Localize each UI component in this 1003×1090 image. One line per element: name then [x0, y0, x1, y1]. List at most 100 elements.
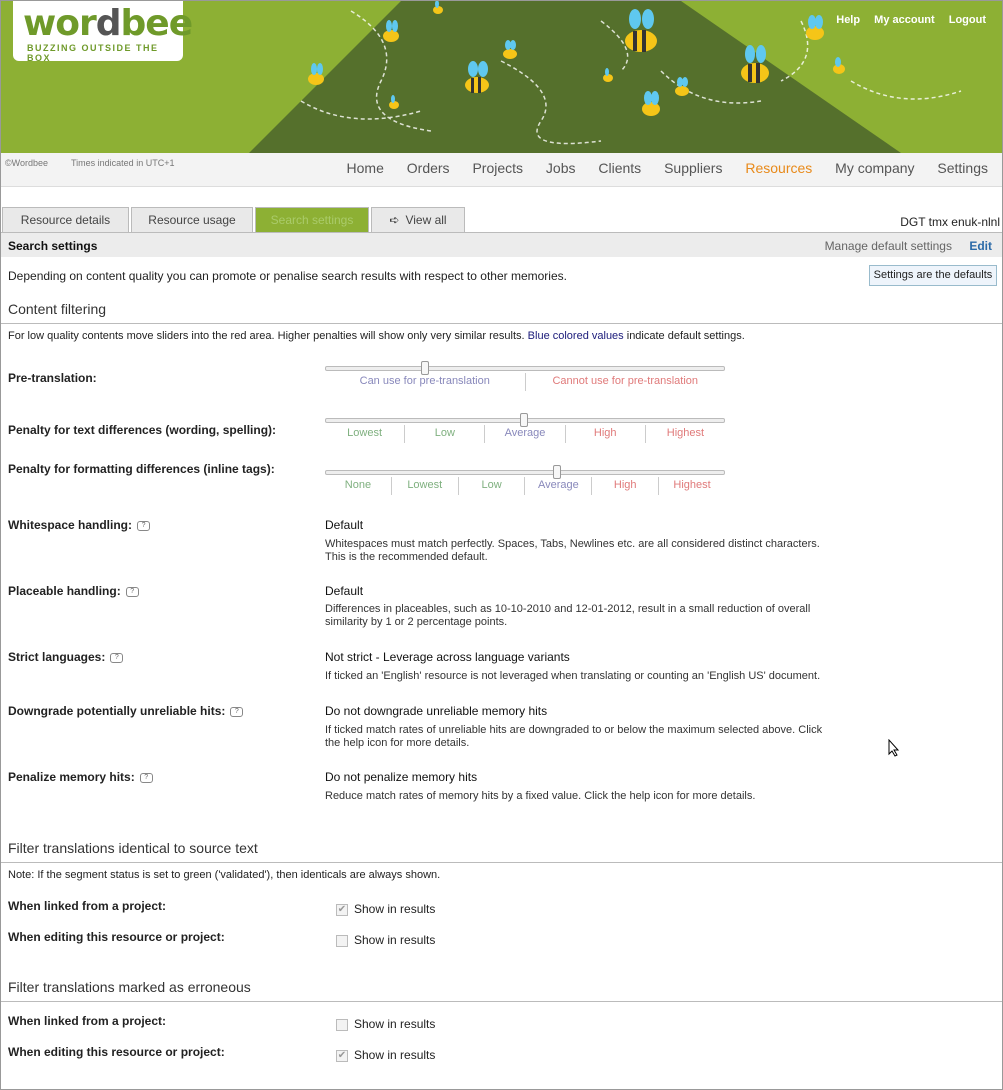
slider-track: [325, 470, 725, 475]
section-title: Search settings: [8, 239, 98, 253]
slider-ticks: None Lowest Low Average High Highest: [325, 477, 725, 495]
tab-search-settings[interactable]: Search settings: [255, 207, 369, 233]
downgrade-desc: If ticked match rates of unreliable hits…: [325, 724, 823, 749]
section-header: Search settings Manage default settings …: [1, 233, 1002, 257]
strict-languages-label-text: Strict languages:: [8, 650, 106, 664]
help-link[interactable]: Help: [836, 14, 860, 26]
help-icon[interactable]: ?: [139, 772, 153, 783]
strict-languages-desc: If ticked an 'English' resource is not l…: [325, 670, 821, 682]
identical-editing-checkbox[interactable]: Show in results: [336, 933, 435, 947]
tab-view-all[interactable]: ➪ View all: [371, 207, 465, 233]
format-diff-label: Penalty for formatting differences (inli…: [8, 462, 275, 476]
help-icon[interactable]: ?: [110, 652, 124, 663]
slider-option: None: [344, 479, 372, 491]
erroneous-editing-checkbox[interactable]: ✔ Show in results: [336, 1048, 435, 1062]
erroneous-editing-label: When editing this resource or project:: [8, 1045, 225, 1059]
slider-option: Average: [524, 477, 591, 495]
slider-option: Low: [457, 477, 525, 495]
nav-settings[interactable]: Settings: [937, 160, 988, 176]
tab-view-all-label: View all: [405, 213, 447, 227]
copyright: ©Wordbee: [5, 158, 48, 168]
tab-resource-details[interactable]: Resource details: [2, 207, 129, 233]
identical-heading: Filter translations identical to source …: [8, 840, 258, 856]
resource-name: DGT tmx enuk-nlnl: [900, 215, 1000, 229]
nav-projects[interactable]: Projects: [472, 160, 523, 176]
checkbox-label: Show in results: [354, 933, 436, 947]
checkbox-label: Show in results: [354, 1048, 436, 1062]
whitespace-desc: Whitespaces must match perfectly. Spaces…: [325, 538, 820, 563]
nav-suppliers[interactable]: Suppliers: [664, 160, 722, 176]
placeable-value: Default: [325, 584, 364, 598]
edit-link[interactable]: Edit: [969, 239, 992, 253]
note-suffix: indicate default settings.: [626, 330, 745, 342]
mouse-cursor-icon: [888, 739, 900, 757]
slider-option: Lowest: [347, 427, 383, 439]
intro-text: Depending on content quality you can pro…: [8, 269, 567, 283]
nav-orders[interactable]: Orders: [407, 160, 450, 176]
logo-tagline: BUZZING OUTSIDE THE BOX: [27, 43, 159, 63]
tab-resource-usage[interactable]: Resource usage: [131, 207, 253, 233]
downgrade-label: Downgrade potentially unreliable hits:?: [8, 704, 244, 718]
main-nav: Home Orders Projects Jobs Clients Suppli…: [328, 160, 988, 176]
help-icon[interactable]: ?: [230, 706, 244, 717]
content-filtering-note: For low quality contents move sliders in…: [8, 330, 745, 342]
timezone-note: Times indicated in UTC+1: [71, 158, 175, 168]
penalize-value: Do not penalize memory hits: [325, 770, 478, 784]
pretranslation-label: Pre-translation:: [8, 371, 97, 385]
text-diff-label: Penalty for text differences (wording, s…: [8, 423, 277, 437]
identical-note: Note: If the segment status is set to gr…: [8, 869, 441, 881]
logout-link[interactable]: Logout: [949, 14, 986, 26]
help-icon[interactable]: ?: [125, 586, 139, 597]
content-filtering-heading: Content filtering: [8, 301, 107, 317]
nav-resources[interactable]: Resources: [745, 160, 812, 176]
checkbox-checked[interactable]: ✔: [336, 1049, 348, 1062]
slider-track: [325, 366, 725, 371]
top-links: Help My account Logout: [825, 14, 986, 26]
penalize-label-text: Penalize memory hits:: [8, 770, 135, 784]
resource-tabs: Resource details Resource usage Search s…: [1, 207, 1002, 233]
divider: [1, 1001, 1002, 1002]
slider-option: High: [591, 477, 658, 495]
erroneous-heading: Filter translations marked as erroneous: [8, 979, 251, 995]
erroneous-linked-checkbox[interactable]: Show in results: [336, 1017, 435, 1031]
note-blue: Blue colored values: [527, 330, 624, 342]
slider-option: Low: [404, 425, 484, 443]
slider-option: Cannot use for pre-translation: [524, 373, 726, 391]
identical-linked-checkbox[interactable]: ✔ Show in results: [336, 902, 435, 916]
checkbox-label: Show in results: [354, 902, 436, 916]
slider-option: Lowest: [390, 477, 458, 495]
checkbox-label: Show in results: [354, 1017, 436, 1031]
identical-linked-label: When linked from a project:: [8, 899, 167, 913]
slider-option: Can use for pre-translation: [359, 375, 490, 387]
nav-clients[interactable]: Clients: [598, 160, 641, 176]
strict-languages-label: Strict languages:?: [8, 650, 124, 664]
settings-defaults-button[interactable]: Settings are the defaults: [869, 265, 997, 286]
whitespace-label-text: Whitespace handling:: [8, 518, 133, 532]
note-prefix: For low quality contents move sliders in…: [8, 330, 525, 342]
logo[interactable]: wordbee BUZZING OUTSIDE THE BOX: [13, 1, 193, 63]
downgrade-value: Do not downgrade unreliable memory hits: [325, 704, 548, 718]
divider: [1, 323, 1002, 324]
manage-defaults-link[interactable]: Manage default settings: [825, 239, 952, 253]
my-account-link[interactable]: My account: [874, 14, 935, 26]
checkbox-unchecked[interactable]: [336, 1018, 348, 1031]
main-nav-bar: ©Wordbee Times indicated in UTC+1 Home O…: [1, 153, 1002, 187]
slider-ticks: Lowest Low Average High Highest: [325, 425, 725, 443]
placeable-desc: Differences in placeables, such as 10-10…: [325, 603, 811, 628]
identical-editing-label: When editing this resource or project:: [8, 930, 225, 944]
logo-text: wordbee: [23, 3, 193, 44]
nav-home[interactable]: Home: [347, 160, 384, 176]
nav-jobs[interactable]: Jobs: [546, 160, 576, 176]
slider-option: Highest: [644, 425, 725, 443]
penalize-label: Penalize memory hits:?: [8, 770, 153, 784]
nav-my-company[interactable]: My company: [835, 160, 914, 176]
placeable-label-text: Placeable handling:: [8, 584, 121, 598]
checkbox-checked[interactable]: ✔: [336, 903, 348, 916]
checkbox-unchecked[interactable]: [336, 934, 348, 947]
placeable-label: Placeable handling:?: [8, 584, 139, 598]
divider: [1, 862, 1002, 863]
whitespace-label: Whitespace handling:?: [8, 518, 151, 532]
strict-languages-value: Not strict - Leverage across language va…: [325, 650, 570, 664]
help-icon[interactable]: ?: [137, 520, 151, 531]
slider-option: Average: [484, 425, 564, 443]
